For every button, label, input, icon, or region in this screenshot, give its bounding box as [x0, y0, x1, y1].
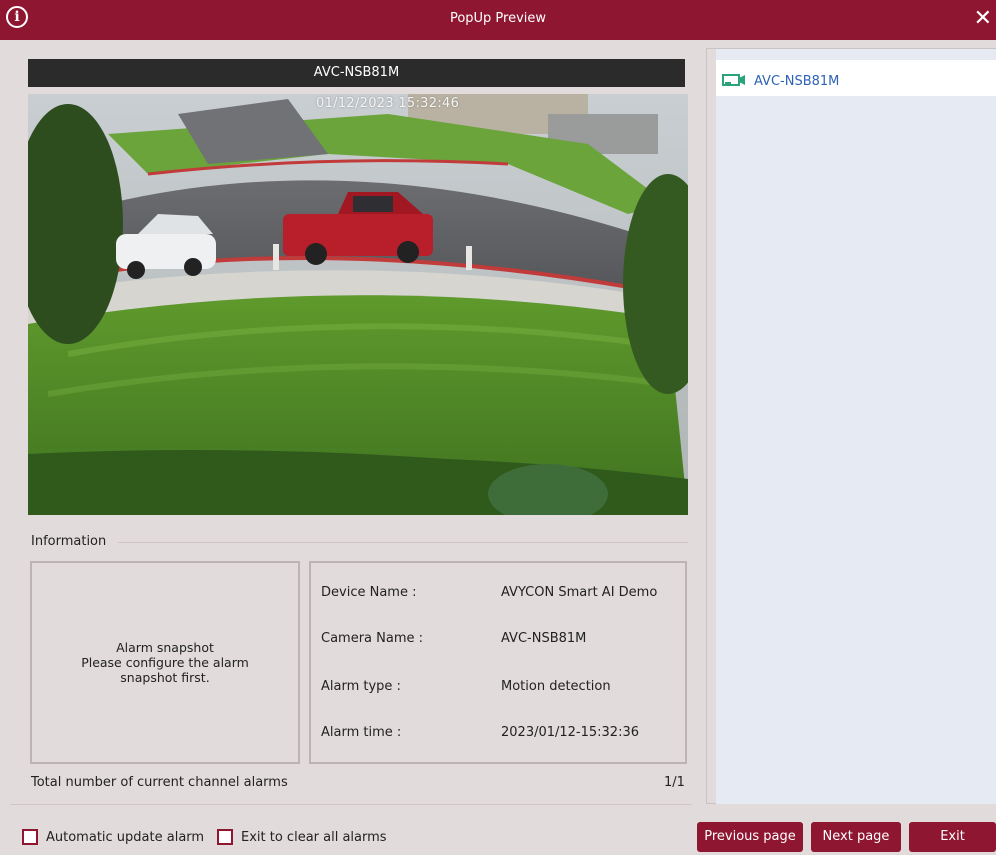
checkbox-label: Exit to clear all alarms — [241, 829, 387, 845]
snapshot-line-2: Please configure the alarm — [81, 655, 249, 670]
detail-label: Camera Name : — [321, 631, 424, 646]
information-divider — [118, 542, 688, 543]
video-timestamp-overlay: 01/12/2023 15:32:46 — [316, 96, 460, 111]
snapshot-line-3: snapshot first. — [120, 670, 210, 685]
channel-list[interactable] — [716, 49, 996, 804]
detail-row-device-name: Device Name : AVYCON Smart AI Demo — [321, 585, 679, 605]
alarm-details-panel: Device Name : AVYCON Smart AI Demo Camer… — [309, 561, 687, 764]
close-icon[interactable]: ✕ — [974, 4, 992, 34]
alarm-snapshot-placeholder: Alarm snapshot Please configure the alar… — [30, 561, 300, 764]
checkbox-box[interactable] — [217, 829, 233, 845]
detail-label: Alarm time : — [321, 725, 402, 740]
detail-label: Device Name : — [321, 585, 417, 600]
next-page-button[interactable]: Next page — [811, 822, 901, 852]
automatic-update-alarm-checkbox[interactable]: Automatic update alarm — [22, 828, 204, 846]
detail-value: AVYCON Smart AI Demo — [501, 585, 658, 600]
camera-icon — [722, 72, 746, 91]
checkbox-label: Automatic update alarm — [46, 829, 205, 845]
detail-row-alarm-type: Alarm type : Motion detection — [321, 679, 679, 699]
exit-button[interactable]: Exit — [909, 822, 996, 852]
detail-value: AVC-NSB81M — [501, 631, 587, 646]
left-pane-divider — [10, 804, 692, 805]
title-bar: i PopUp Preview ✕ — [0, 0, 996, 40]
detail-value: Motion detection — [501, 679, 611, 694]
total-alarms-count: 1/1 — [664, 775, 685, 790]
channel-list-item[interactable]: AVC-NSB81M — [716, 60, 996, 96]
total-alarms-label: Total number of current channel alarms — [31, 775, 288, 790]
channel-item-label: AVC-NSB81M — [754, 74, 840, 89]
exit-clear-alarms-checkbox[interactable]: Exit to clear all alarms — [217, 828, 387, 846]
detail-row-alarm-time: Alarm time : 2023/01/12-15:32:36 — [321, 725, 679, 745]
checkbox-box[interactable] — [22, 829, 38, 845]
detail-value: 2023/01/12-15:32:36 — [501, 725, 640, 740]
live-video-view[interactable]: 01/12/2023 15:32:46 — [28, 94, 688, 515]
detail-label: Alarm type : — [321, 679, 401, 694]
detail-row-camera-name: Camera Name : AVC-NSB81M — [321, 631, 679, 651]
snapshot-line-1: Alarm snapshot — [116, 640, 214, 655]
window-title: PopUp Preview — [449, 11, 547, 26]
information-section-label: Information — [31, 534, 107, 549]
camera-name-header: AVC-NSB81M — [28, 59, 685, 87]
previous-page-button[interactable]: Previous page — [697, 822, 803, 852]
